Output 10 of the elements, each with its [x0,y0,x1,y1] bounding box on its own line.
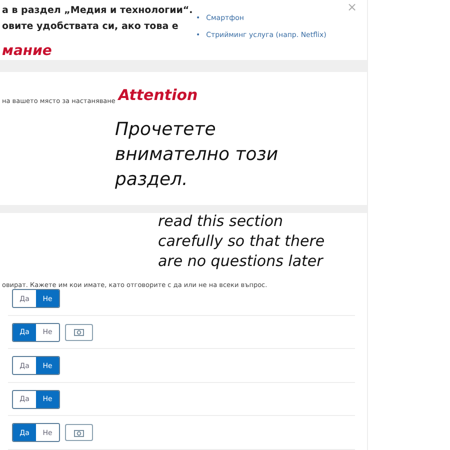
annotation-text: Attention [118,86,198,106]
annotation-note: Прочетете внимателно този раздел. [115,118,280,192]
camera-button[interactable] [65,324,93,341]
annotation-text: мание [2,42,53,60]
intro-text: овите удобствата си, ако това е [2,20,178,34]
camera-button[interactable] [65,424,93,442]
camera-icon [74,328,84,336]
annotation-note: read this section carefully so that there are no questions later [158,211,326,272]
camera-icon [74,428,84,437]
intro-text: а в раздел „Медия и технологии“. [2,4,193,18]
